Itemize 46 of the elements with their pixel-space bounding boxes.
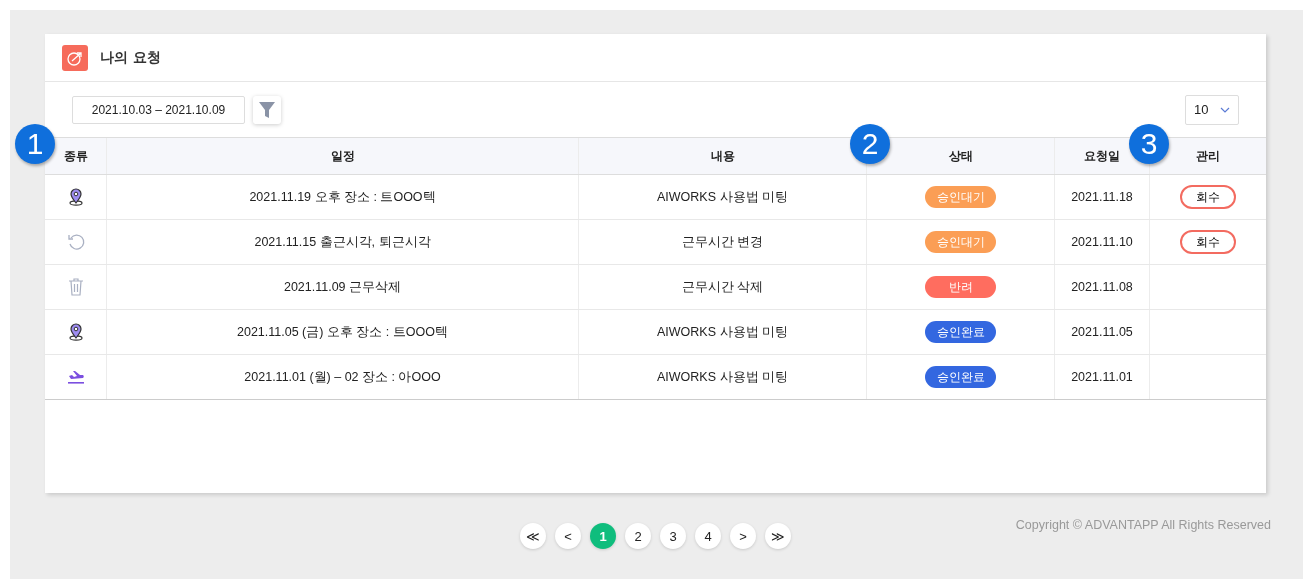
filter-button[interactable] — [253, 95, 281, 124]
step-marker: 1 — [15, 124, 55, 164]
status-badge: 승인완료 — [925, 366, 996, 388]
table-cell: 2021.11.01 — [1055, 355, 1150, 399]
filter-icon — [258, 99, 276, 120]
page-title: 나의 요청 — [100, 48, 161, 67]
page-button[interactable]: 4 — [695, 523, 721, 549]
undo-icon — [66, 233, 85, 251]
table-cell: 2021.11.08 — [1055, 265, 1150, 309]
table-cell: 2021.11.05 (금) 오후 장소 : 트OOO텍 — [107, 310, 579, 354]
first-page-button[interactable]: ≪ — [520, 523, 546, 549]
status-badge: 반려 — [925, 276, 996, 298]
previous-page-button[interactable]: < — [555, 523, 581, 549]
airplane-icon — [66, 370, 85, 384]
recall-button[interactable]: 회수 — [1180, 230, 1236, 254]
column-header: 일정 — [107, 138, 579, 174]
table-cell: 2021.11.18 — [1055, 175, 1150, 219]
location-pin-icon — [67, 323, 84, 341]
recall-button[interactable]: 회수 — [1180, 185, 1236, 209]
last-page-button[interactable]: ≫ — [765, 523, 791, 549]
status-badge: 승인대기 — [925, 186, 996, 208]
table-cell: 2021.11.09 근무삭제 — [107, 265, 579, 309]
table-cell: 2021.11.19 오후 장소 : 트OOO텍 — [107, 175, 579, 219]
trash-icon — [67, 278, 84, 296]
page-size-select[interactable]: 10 — [1185, 94, 1239, 125]
chevron-down-icon — [1220, 106, 1230, 113]
status-badge: 승인대기 — [925, 231, 996, 253]
rocket-icon — [62, 44, 88, 71]
table-cell: AIWORKS 사용법 미팅 — [579, 310, 867, 354]
page-button[interactable]: 2 — [625, 523, 651, 549]
table-cell: 2021.11.05 — [1055, 310, 1150, 354]
copyright-text: Copyright © ADVANTAPP All Rights Reserved — [1015, 518, 1271, 532]
table-cell: AIWORKS 사용법 미팅 — [579, 355, 867, 399]
date-range-field[interactable]: 2021.10.03 – 2021.10.09 — [72, 95, 245, 124]
table-cell: 근무시간 삭제 — [579, 265, 867, 309]
status-badge: 승인완료 — [925, 321, 996, 343]
table-cell: 2021.11.15 출근시각, 퇴근시각 — [107, 220, 579, 264]
step-marker: 3 — [1129, 124, 1169, 164]
table-cell: 2021.11.01 (월) – 02 장소 : 아OOO — [107, 355, 579, 399]
table-cell: AIWORKS 사용법 미팅 — [579, 175, 867, 219]
page-button[interactable]: 3 — [660, 523, 686, 549]
location-pin-icon — [67, 188, 84, 206]
next-page-button[interactable]: > — [730, 523, 756, 549]
table-cell: 2021.11.10 — [1055, 220, 1150, 264]
column-header: 관리 — [1195, 147, 1221, 165]
table-cell: 근무시간 변경 — [579, 220, 867, 264]
